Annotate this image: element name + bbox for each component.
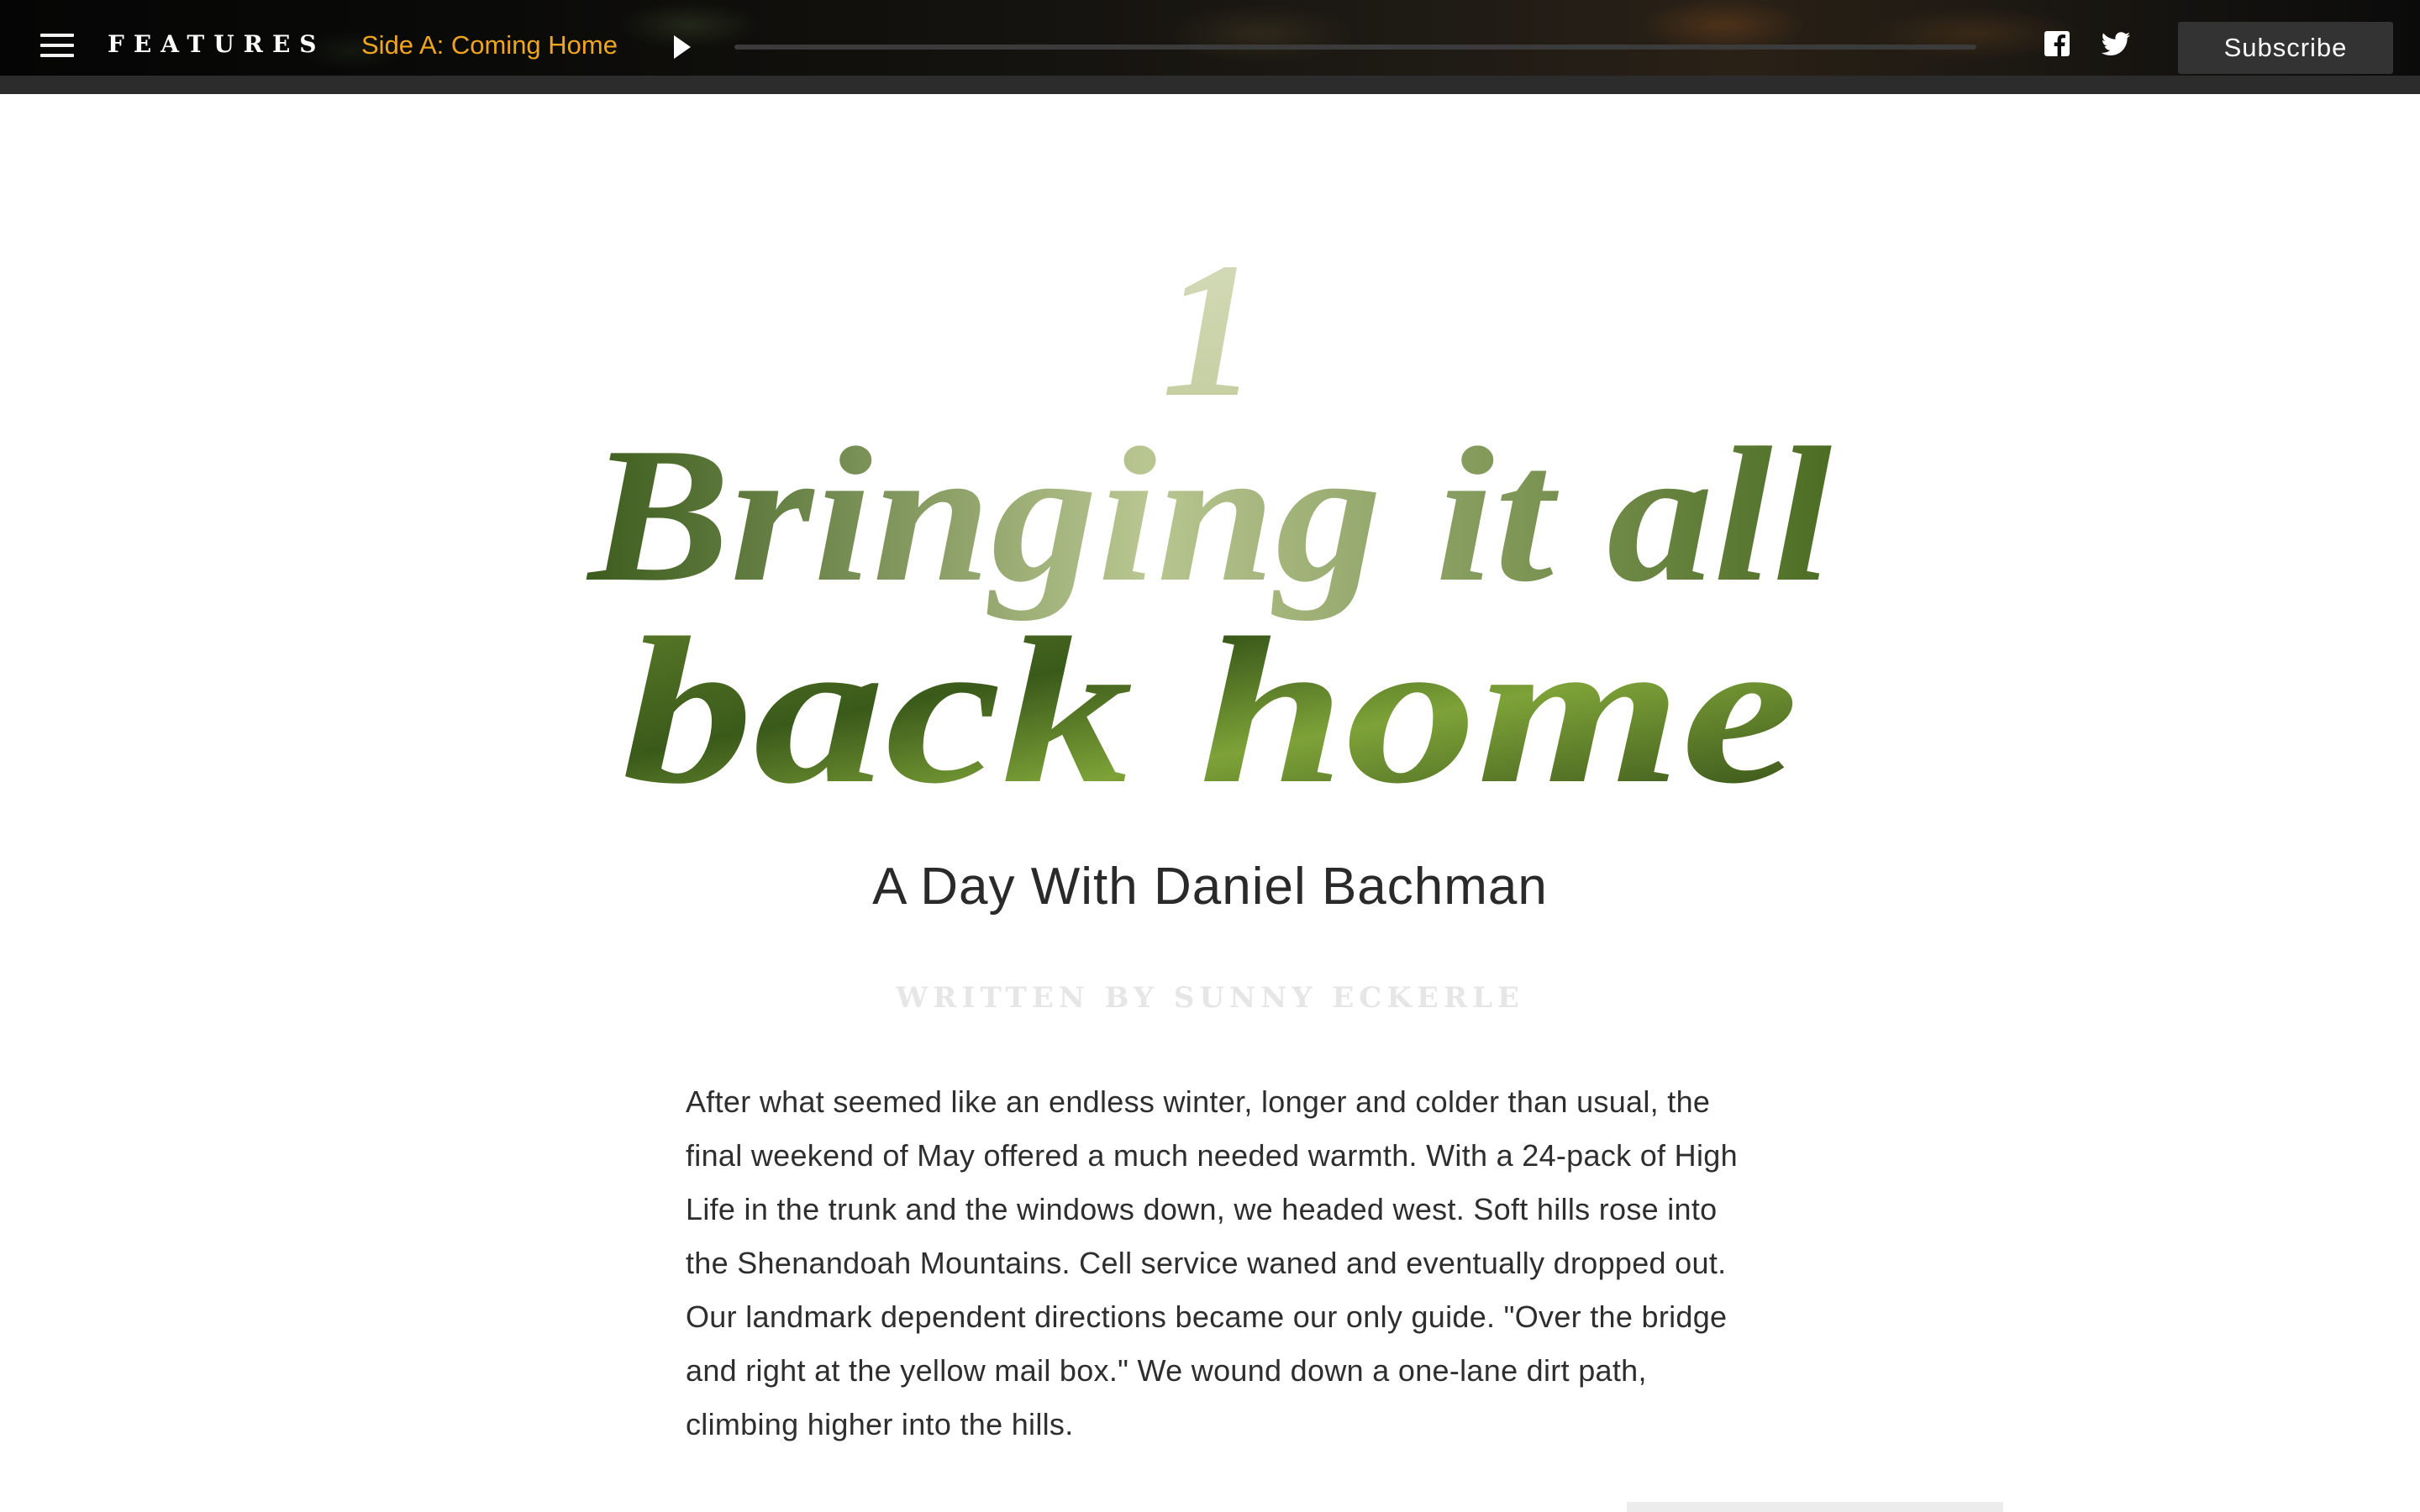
hero-title-line-1: Bringing it all xyxy=(586,407,1832,622)
subscribe-button[interactable]: Subscribe xyxy=(2178,22,2393,74)
twitter-icon[interactable] xyxy=(2101,32,2131,57)
chapter-number: 1 xyxy=(1162,227,1259,437)
play-icon[interactable] xyxy=(672,34,692,60)
site-brand[interactable]: FEATURES xyxy=(108,30,326,58)
article-body-paragraph: After what seemed like an endless winter… xyxy=(686,1084,1738,1441)
audio-progress-bar[interactable] xyxy=(734,45,1976,50)
header-divider-band xyxy=(0,76,2420,94)
hero-title-line-2: back home xyxy=(622,595,1798,815)
facebook-icon[interactable] xyxy=(2044,30,2070,57)
article-byline: WRITTEN BY SUNNY ECKERLE xyxy=(896,981,1524,1015)
hero-title-artwork: 1 Bringing it all back home xyxy=(538,227,1882,815)
menu-icon[interactable] xyxy=(40,34,74,59)
now-playing-track-title[interactable]: Side A: Coming Home xyxy=(361,30,618,60)
article-subtitle: A Day With Daniel Bachman xyxy=(872,858,1548,916)
scroll-edge-element xyxy=(1627,1502,2003,1512)
top-navigation-bar: FEATURES Side A: Coming Home Subscribe xyxy=(0,0,2420,94)
hero-title-svg: 1 Bringing it all back home xyxy=(586,227,1832,815)
